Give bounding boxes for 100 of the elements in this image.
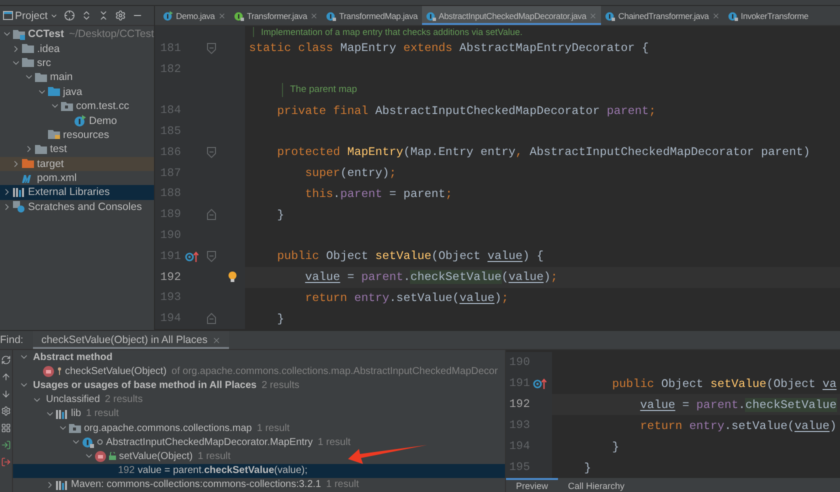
find-label: Find: bbox=[0, 333, 24, 348]
tree-item-label: pom.xml bbox=[37, 172, 77, 184]
result-tree-row[interactable]: Maven: commons-collections:commons-collections:3.2.1 1 result bbox=[13, 478, 505, 492]
project-tree-row[interactable]: Scratches and Consoles bbox=[0, 200, 154, 214]
result-tree-row[interactable]: setValue(Object) 1 result bbox=[13, 449, 505, 464]
result-tree-row[interactable]: Usages or usages of base method in All Places 2 results bbox=[13, 378, 505, 393]
tree-item-label: main bbox=[50, 71, 73, 84]
module-folder-icon bbox=[13, 28, 25, 40]
override-marker-icon[interactable] bbox=[533, 378, 547, 389]
tree-item-label: com.test.cc bbox=[76, 100, 130, 112]
result-tree-row[interactable]: lib 1 result bbox=[13, 406, 505, 421]
code-line: } bbox=[276, 312, 284, 326]
project-tree-row[interactable]: resources bbox=[0, 128, 154, 142]
tree-item-label: resources bbox=[63, 128, 110, 141]
editor-tab[interactable]: AbstractInputCheckedMapDecorator.java bbox=[422, 6, 602, 25]
project-tree-row[interactable]: target bbox=[0, 156, 154, 171]
close-icon[interactable] bbox=[712, 12, 720, 20]
result-tree-row[interactable]: AbstractInputCheckedMapDecorator.MapEntry 1 result bbox=[13, 435, 505, 450]
rerun-icon[interactable] bbox=[1, 355, 11, 365]
class-run-icon bbox=[163, 10, 173, 20]
group-icon[interactable] bbox=[1, 423, 11, 433]
export-icon[interactable] bbox=[1, 457, 11, 467]
package-icon bbox=[61, 100, 73, 112]
result-tree-row[interactable]: 192 value = parent.checkSetValue(value); bbox=[13, 464, 505, 478]
close-icon[interactable] bbox=[218, 12, 226, 20]
tree-item-detail: 1 result bbox=[318, 436, 351, 448]
project-tree-row[interactable]: CCTest ~/Desktop/CCTest bbox=[0, 27, 154, 42]
project-tree-row[interactable]: External Libraries bbox=[0, 185, 154, 200]
tree-item-label: Scratches and Consoles bbox=[28, 200, 142, 213]
tree-item-detail: 1 result bbox=[86, 408, 119, 420]
result-tree-row[interactable]: org.apache.commons.collections.map 1 result bbox=[13, 420, 505, 436]
panel-tab[interactable]: Preview bbox=[506, 478, 558, 492]
scratches-icon bbox=[13, 200, 25, 213]
tree-item-label: target bbox=[37, 158, 64, 170]
code-line: static class MapEntry extends AbstractMapEntryDecorator { bbox=[248, 41, 649, 56]
key-icon bbox=[57, 367, 62, 376]
project-tree-row[interactable]: Demo bbox=[0, 113, 154, 128]
resources-folder-icon bbox=[48, 129, 60, 140]
result-tree-row[interactable]: checkSetValue(Object) of org.apache.commons.collections.map.AbstractInputCheckedMapDecor bbox=[13, 364, 505, 378]
code-line: private final AbstractInputCheckedMapDecorator parent; bbox=[276, 104, 656, 118]
panel-tab[interactable]: Call Hierarchy bbox=[558, 478, 635, 492]
tree-item-label: Unclassified bbox=[46, 394, 100, 406]
tree-item-detail: 1 result bbox=[198, 450, 231, 462]
locate-icon[interactable] bbox=[64, 10, 75, 21]
result-tree-row[interactable]: Unclassified 2 results bbox=[13, 392, 505, 407]
fold-end-icon[interactable] bbox=[206, 209, 216, 220]
fold-icon[interactable] bbox=[206, 146, 216, 158]
code-line: super(entry); bbox=[304, 166, 396, 180]
code-line: } bbox=[583, 460, 592, 474]
project-tree-row[interactable]: java bbox=[0, 84, 154, 99]
editor-tab[interactable]: InvokerTransforme bbox=[724, 6, 812, 25]
project-tree-row[interactable]: test bbox=[0, 142, 154, 157]
code-line: this.parent = parent; bbox=[304, 186, 452, 201]
fold-icon[interactable] bbox=[206, 250, 216, 262]
unlock-icon bbox=[109, 452, 116, 460]
library-icon bbox=[56, 480, 68, 490]
tree-item-detail: 2 results bbox=[104, 394, 143, 406]
next-icon[interactable] bbox=[1, 389, 11, 399]
folder-icon bbox=[22, 158, 34, 170]
line-number: 192 bbox=[508, 398, 530, 411]
library-icon bbox=[56, 408, 68, 419]
tree-item-detail: ~/Desktop/CCTest bbox=[68, 28, 154, 40]
editor-tab[interactable]: ChainedTransformer.java bbox=[601, 6, 724, 25]
project-tree-row[interactable]: .idea bbox=[0, 41, 154, 56]
fold-end-icon[interactable] bbox=[206, 313, 216, 324]
close-icon[interactable] bbox=[212, 336, 222, 344]
project-tree-row[interactable]: src bbox=[0, 56, 154, 70]
method-icon bbox=[43, 366, 54, 377]
close-icon[interactable] bbox=[310, 12, 318, 20]
folder-icon bbox=[22, 57, 34, 68]
editor-tab[interactable]: Demo.java bbox=[159, 6, 230, 25]
fold-icon[interactable] bbox=[206, 42, 216, 54]
code-line: } bbox=[611, 440, 620, 454]
class-lock-icon bbox=[326, 10, 336, 20]
maven-icon bbox=[22, 173, 34, 184]
code-line: } bbox=[276, 208, 284, 222]
tree-item-label: org.apache.commons.collections.map bbox=[84, 422, 252, 434]
code-line: public Object setValue(Object va bbox=[611, 376, 837, 390]
settings-icon[interactable] bbox=[114, 10, 126, 21]
tree-item-detail: 1 result bbox=[256, 422, 290, 434]
code-line: protected MapEntry(Map.Entry entry, AbstractInputCheckedMapDecorator parent) bbox=[276, 145, 810, 160]
project-tree-row[interactable]: pom.xml bbox=[0, 170, 154, 186]
editor-tab[interactable]: TransformedMap.java bbox=[322, 6, 422, 25]
import-icon[interactable] bbox=[1, 440, 11, 450]
project-tree-row[interactable]: com.test.cc bbox=[0, 98, 154, 114]
previous-icon[interactable] bbox=[1, 372, 11, 382]
tree-item-label: java bbox=[63, 86, 82, 98]
tree-item-detail: 1 result bbox=[326, 479, 359, 490]
override-marker-icon[interactable] bbox=[185, 250, 199, 262]
project-tree-row[interactable]: main bbox=[0, 70, 154, 85]
project-view-button[interactable]: Project bbox=[3, 10, 58, 22]
close-icon[interactable] bbox=[589, 12, 598, 20]
result-tree-row[interactable]: Abstract method bbox=[13, 350, 505, 364]
lightbulb-icon[interactable] bbox=[228, 271, 236, 284]
line-number: 192 bbox=[118, 465, 135, 476]
code-line: return entry.setValue(value); bbox=[304, 290, 509, 305]
class-run-icon bbox=[74, 114, 86, 127]
settings-icon[interactable] bbox=[1, 406, 11, 416]
tree-item-label: AbstractInputCheckedMapDecorator.MapEntry bbox=[106, 436, 313, 448]
editor-tab[interactable]: Transformer.java bbox=[230, 6, 322, 25]
